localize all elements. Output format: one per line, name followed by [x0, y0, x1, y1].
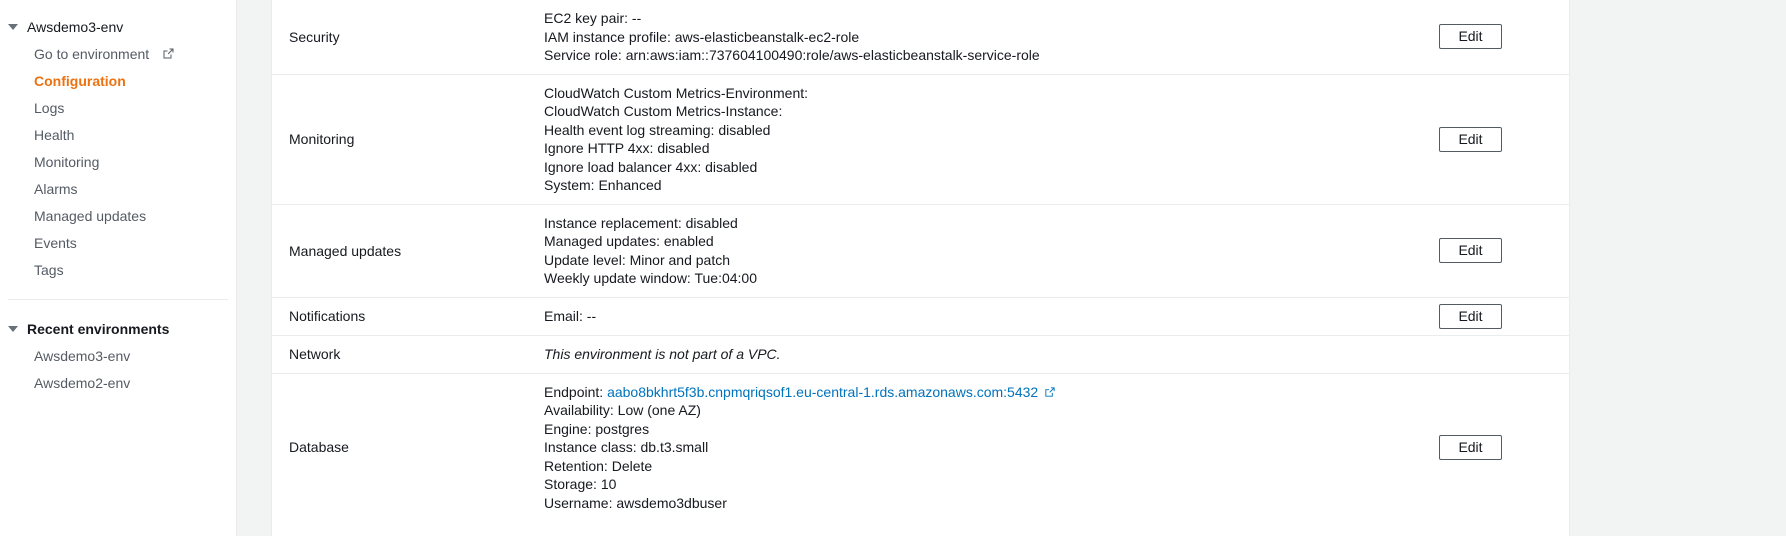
sidebar-recent-title: Recent environments: [27, 321, 170, 337]
sidebar-group-recent-environments[interactable]: Recent environments: [0, 316, 236, 342]
external-link-icon[interactable]: [162, 47, 175, 60]
sidebar-item-go-to-environment[interactable]: Go to environment: [0, 40, 236, 67]
sidebar-item-label: Events: [34, 234, 77, 251]
sidebar-item-alarms[interactable]: Alarms: [0, 175, 236, 202]
config-value-line: Email: --: [544, 307, 597, 324]
edit-button-database[interactable]: Edit: [1439, 434, 1502, 460]
config-row-monitoring: Monitoring CloudWatch Custom Metrics-Env…: [272, 75, 1569, 205]
config-value-line: Weekly update window: Tue:04:00: [544, 270, 757, 286]
caret-down-icon[interactable]: [8, 326, 18, 332]
config-row-action: Edit: [1439, 303, 1569, 329]
config-row-action: Edit: [1439, 374, 1569, 522]
configuration-page: Awsdemo3-env Go to environment Configura…: [0, 0, 1786, 536]
config-row-label: Security: [289, 28, 340, 45]
sidebar-item-label: Health: [34, 126, 75, 143]
edit-button-monitoring[interactable]: Edit: [1439, 126, 1502, 152]
external-link-icon[interactable]: [1044, 384, 1056, 397]
sidebar-divider: [8, 299, 228, 300]
sidebar-item-monitoring[interactable]: Monitoring: [0, 148, 236, 175]
config-row-security: Security EC2 key pair: -- IAM instance p…: [272, 0, 1569, 75]
config-value-line: Health event log streaming: disabled: [544, 121, 771, 138]
configuration-panel: Security EC2 key pair: -- IAM instance p…: [271, 0, 1570, 536]
sidebar-item-tags[interactable]: Tags: [0, 256, 236, 283]
config-row-network: Network This environment is not part of …: [272, 336, 1569, 374]
main-content: Security EC2 key pair: -- IAM instance p…: [237, 0, 1786, 536]
config-value-line: Update level: Minor and patch: [544, 251, 730, 268]
config-value-line: IAM instance profile: aws-elasticbeansta…: [544, 28, 860, 45]
sidebar-item-label: Alarms: [34, 180, 78, 197]
config-row-managed-updates: Managed updates Instance replacement: di…: [272, 205, 1569, 298]
sidebar-environment-title: Awsdemo3-env: [27, 19, 124, 35]
config-row-action: Edit: [1439, 75, 1569, 204]
config-value-line: Engine: postgres: [544, 420, 650, 437]
config-row-values: Endpoint: aabo8bkhrt5f3b.cnpmqriqsof1.eu…: [544, 374, 1439, 522]
sidebar-recent-item-awsdemo3-env[interactable]: Awsdemo3-env: [0, 342, 236, 369]
config-value-line: Ignore load balancer 4xx: disabled: [544, 158, 758, 175]
sidebar-item-label: Logs: [34, 99, 65, 116]
config-value-line: Service role: arn:aws:iam::737604100490:…: [544, 47, 1040, 63]
config-row-action: Edit: [1439, 205, 1569, 297]
sidebar-item-label: Awsdemo3-env: [34, 347, 131, 364]
database-endpoint-link[interactable]: aabo8bkhrt5f3b.cnpmqriqsof1.eu-central-1…: [607, 384, 1038, 400]
config-row-action: Edit: [1439, 0, 1569, 74]
config-row-notifications: Notifications Email: -- Edit: [272, 298, 1569, 336]
config-row-values: Email: --: [544, 298, 1439, 335]
config-row-values: This environment is not part of a VPC.: [544, 336, 1439, 373]
config-row-values: Instance replacement: disabled Managed u…: [544, 205, 1439, 297]
endpoint-prefix-label: Endpoint:: [544, 383, 608, 400]
sidebar: Awsdemo3-env Go to environment Configura…: [0, 0, 237, 536]
config-value-line: Retention: Delete: [544, 457, 653, 474]
config-row-label: Managed updates: [289, 242, 402, 259]
config-row-values: CloudWatch Custom Metrics-Environment: C…: [544, 75, 1439, 204]
config-value-line: Username: awsdemo3dbuser: [544, 494, 727, 511]
config-row-label: Database: [289, 439, 349, 456]
sidebar-item-label: Managed updates: [34, 207, 147, 224]
edit-button-security[interactable]: Edit: [1439, 24, 1502, 50]
config-value-line: CloudWatch Custom Metrics-Environment:: [544, 84, 809, 101]
config-value-line: Managed updates: enabled: [544, 233, 714, 249]
config-row-label: Monitoring: [289, 131, 355, 147]
sidebar-item-managed-updates[interactable]: Managed updates: [0, 202, 236, 229]
config-value-line: EC2 key pair: --: [544, 10, 642, 26]
config-row-values: EC2 key pair: -- IAM instance profile: a…: [544, 0, 1439, 74]
edit-button-notifications[interactable]: Edit: [1439, 303, 1502, 329]
config-row-label: Notifications: [289, 308, 366, 324]
config-value-line: Ignore HTTP 4xx: disabled: [544, 140, 710, 156]
sidebar-item-label: Tags: [34, 261, 64, 278]
sidebar-item-label: Go to environment: [34, 45, 150, 62]
sidebar-item-configuration[interactable]: Configuration: [0, 67, 236, 94]
config-value-line: This environment is not part of a VPC.: [544, 345, 781, 362]
sidebar-recent-item-awsdemo2-env[interactable]: Awsdemo2-env: [0, 369, 236, 396]
config-value-line: Instance class: db.t3.small: [544, 439, 709, 455]
config-value-line-endpoint: Endpoint: aabo8bkhrt5f3b.cnpmqriqsof1.eu…: [544, 383, 1439, 402]
config-value-line: CloudWatch Custom Metrics-Instance:: [544, 103, 783, 119]
config-row-label: Network: [289, 346, 341, 362]
sidebar-item-label: Awsdemo2-env: [34, 374, 131, 391]
config-value-line: Instance replacement: disabled: [544, 214, 738, 231]
sidebar-group-environment[interactable]: Awsdemo3-env: [0, 14, 236, 40]
edit-button-managed-updates[interactable]: Edit: [1439, 238, 1502, 263]
sidebar-item-health[interactable]: Health: [0, 121, 236, 148]
sidebar-item-logs[interactable]: Logs: [0, 94, 236, 121]
sidebar-item-events[interactable]: Events: [0, 229, 236, 256]
sidebar-item-label: Configuration: [34, 72, 126, 89]
config-value-line: Availability: Low (one AZ): [544, 402, 701, 418]
config-row-database: Database Endpoint: aabo8bkhrt5f3b.cnpmqr…: [272, 374, 1569, 522]
caret-down-icon[interactable]: [8, 24, 18, 30]
config-value-line: System: Enhanced: [544, 177, 662, 193]
sidebar-item-label: Monitoring: [34, 153, 100, 170]
config-value-line: Storage: 10: [544, 476, 617, 492]
